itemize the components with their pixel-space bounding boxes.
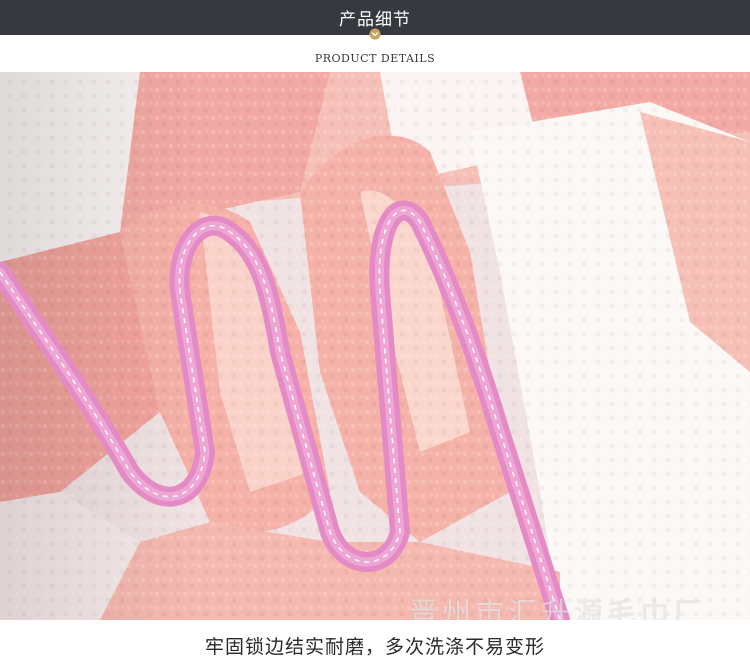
chevron-down-icon [369,28,381,40]
section-subtitle: PRODUCT DETAILS [314,52,436,65]
caption-bar: 牢固锁边结实耐磨，多次洗涤不易变形 [0,620,750,669]
towel-illustration [0,72,750,620]
product-photo [0,72,750,620]
section-title: 产品细节 [339,10,411,30]
caption-text: 牢固锁边结实耐磨，多次洗涤不易变形 [204,636,545,658]
